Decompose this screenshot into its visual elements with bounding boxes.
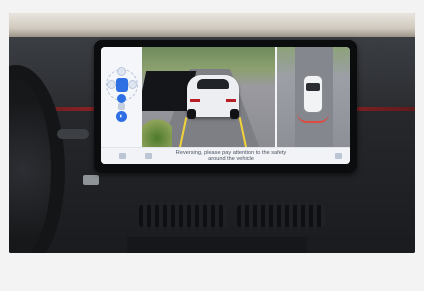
gear-icon[interactable] (119, 153, 126, 159)
top-down-view (277, 47, 350, 147)
car-icon (116, 78, 128, 92)
windshield (9, 13, 415, 39)
vehicle-rear-window (197, 79, 229, 89)
air-vent-left (139, 205, 227, 227)
air-vent-right (237, 205, 325, 227)
view-rear-button[interactable] (117, 94, 126, 103)
rear-camera-view (142, 47, 275, 147)
camera-control-panel: ◐ (101, 47, 142, 147)
parking-radar-arc (297, 113, 329, 123)
status-bar: Reversing, please pay attention to the s… (101, 147, 350, 164)
infotainment-screen: ◐ Reversing, please pay attention to the… (101, 47, 350, 164)
vehicle-wheel-left (187, 109, 196, 119)
vehicle-taillight-right (226, 99, 236, 102)
roadside-grass (142, 117, 172, 147)
radar-toggle-icon[interactable]: ◐ (116, 111, 127, 122)
close-icon[interactable] (335, 153, 342, 159)
top-down-vehicle (303, 75, 323, 113)
view-front-button[interactable] (117, 67, 126, 76)
view-right-button[interactable] (128, 80, 137, 89)
reversing-warning-text: Reversing, please pay attention to the s… (175, 150, 287, 163)
steering-stalk (57, 129, 89, 139)
view-left-button[interactable] (107, 80, 116, 89)
vehicle-wheel-right (230, 109, 239, 119)
back-icon[interactable] (145, 153, 152, 159)
center-console (127, 237, 307, 253)
hazard-button (83, 175, 99, 185)
3d-view-icon[interactable] (118, 103, 125, 110)
top-down-vehicle-window (306, 83, 320, 91)
vehicle-taillight-left (190, 99, 200, 102)
